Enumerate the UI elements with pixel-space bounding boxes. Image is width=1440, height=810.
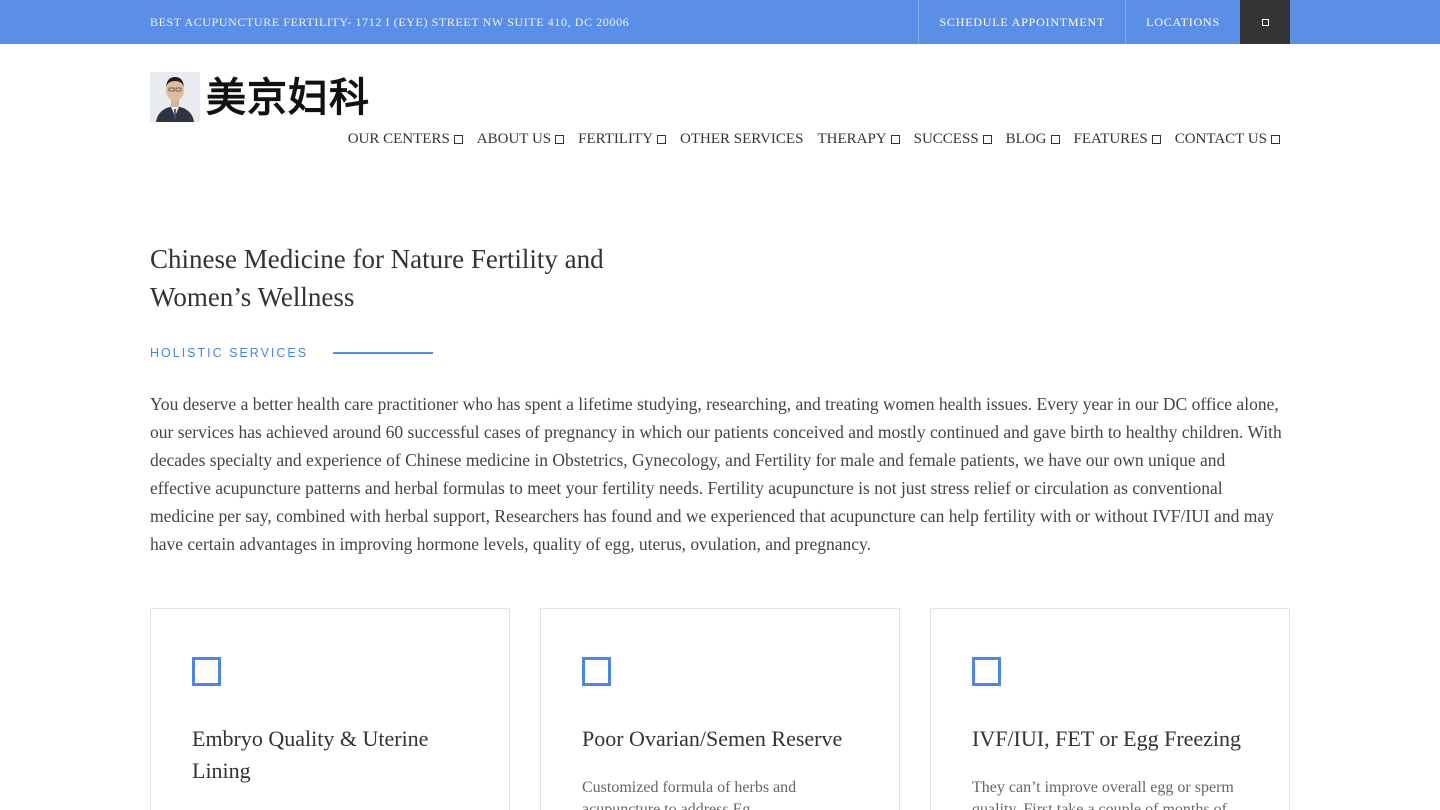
card-title: Poor Ovarian/Semen Reserve [582,726,843,751]
dropdown-icon [453,135,463,144]
square-icon [192,657,221,686]
nav-item-our-centers[interactable]: OUR CENTERS [348,131,463,148]
dropdown-icon [1151,135,1161,144]
dropdown-icon [1271,135,1280,144]
nav-item-contact-us[interactable]: CONTACT US [1175,131,1280,148]
nav-label: FEATURES [1073,131,1148,147]
top-menu-button[interactable] [1240,0,1290,44]
dropdown-icon [890,135,900,144]
main-nav: OUR CENTERS ABOUT US FERTILITY OTHER SER… [348,131,1280,148]
nav-label: CONTACT US [1174,131,1267,147]
top-links: SCHEDULE APPOINTMENT LOCATIONS [918,0,1290,44]
service-card-embryo-quality[interactable]: Embryo Quality & Uterine Lining [150,608,510,810]
service-card-ivf[interactable]: IVF/IUI, FET or Egg Freezing They can’t … [930,608,1290,810]
nav-label: ABOUT US [476,131,552,147]
logo-text: 美京妇科 [206,75,370,121]
nav-label: SUCCESS [913,131,979,147]
dropdown-icon [555,135,565,144]
square-icon [1261,18,1269,26]
nav-label: OTHER SERVICES [680,131,804,147]
doctor-photo [150,72,200,122]
nav-item-success[interactable]: SUCCESS [914,131,992,148]
nav-label: THERAPY [817,131,887,147]
page-title: Chinese Medicine for Nature Fertility an… [150,244,604,312]
nav-item-blog[interactable]: BLOG [1006,131,1060,148]
service-card-poor-reserve[interactable]: Poor Ovarian/Semen Reserve Customized fo… [540,608,900,810]
schedule-appointment-link[interactable]: SCHEDULE APPOINTMENT [918,0,1125,44]
section-subtitle: HOLISTIC SERVICES [150,346,309,360]
nav-item-other-services[interactable]: OTHER SERVICES [680,131,803,148]
nav-item-about-us[interactable]: ABOUT US [476,131,565,148]
site-logo[interactable]: 美京妇科 [150,70,382,122]
subtitle-divider [333,352,433,354]
dropdown-icon [1050,135,1060,144]
dropdown-icon [657,135,667,144]
intro-paragraph: You deserve a better health care practit… [150,394,1282,554]
locations-link[interactable]: LOCATIONS [1125,0,1240,44]
square-icon [582,657,611,686]
dropdown-icon [982,135,992,144]
card-title: IVF/IUI, FET or Egg Freezing [972,726,1242,751]
address-text: BEST ACUPUNCTURE FERTILITY- 1712 I (EYE)… [150,15,630,29]
nav-label: OUR CENTERS [347,131,450,147]
card-text: They can’t improve overall egg or sperm … [972,779,1234,810]
top-bar: BEST ACUPUNCTURE FERTILITY- 1712 I (EYE)… [0,0,1440,44]
card-text: Customized formula of herbs and acupunct… [582,779,797,810]
nav-item-features[interactable]: FEATURES [1074,131,1161,148]
nav-label: BLOG [1005,131,1047,147]
nav-item-fertility[interactable]: FERTILITY [578,131,667,148]
card-title: Embryo Quality & Uterine Lining [192,726,429,783]
nav-item-therapy[interactable]: THERAPY [817,131,900,148]
square-icon [972,657,1001,686]
nav-label: FERTILITY [578,131,654,147]
